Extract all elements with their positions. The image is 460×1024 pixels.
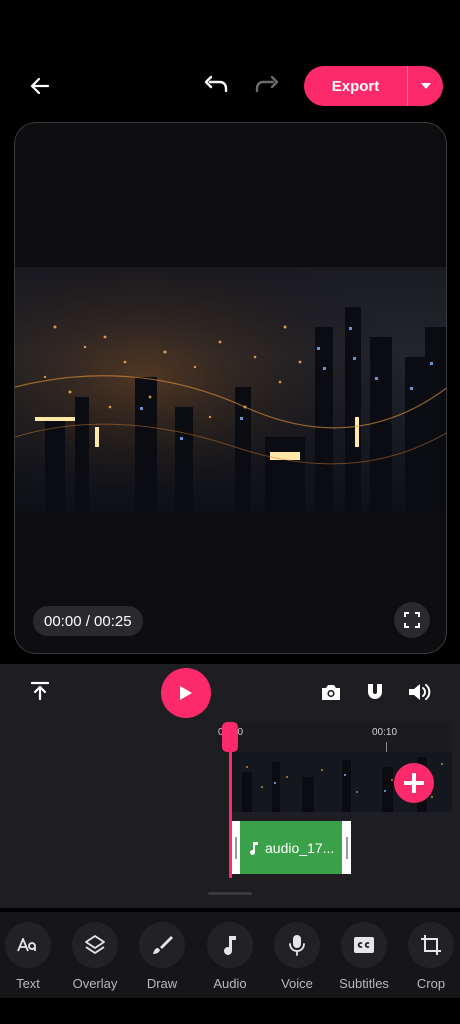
tool-label: Subtitles bbox=[339, 976, 389, 991]
snapshot-button[interactable] bbox=[317, 678, 345, 706]
redo-button[interactable] bbox=[249, 68, 285, 104]
microphone-icon bbox=[289, 935, 305, 956]
text-aa-icon bbox=[17, 938, 36, 952]
export-options-button[interactable] bbox=[408, 66, 443, 106]
audio-clip-label-group: audio_17... bbox=[249, 821, 334, 874]
plus-icon bbox=[404, 773, 424, 793]
back-button[interactable] bbox=[22, 68, 58, 104]
tool-icon-wrap bbox=[408, 922, 454, 968]
tool-icon-wrap bbox=[139, 922, 185, 968]
play-icon bbox=[180, 686, 192, 700]
crop-icon bbox=[421, 935, 441, 955]
tool-label: Draw bbox=[146, 976, 178, 991]
magnet-icon bbox=[368, 684, 382, 699]
tool-crop[interactable]: Crop bbox=[399, 922, 460, 991]
audio-clip[interactable]: audio_17... bbox=[231, 821, 351, 874]
audio-clip-name: audio_17... bbox=[265, 839, 335, 856]
timeline-ruler[interactable]: 00:00 00:10 bbox=[218, 722, 452, 752]
redo-icon bbox=[255, 75, 279, 93]
tool-label: Crop bbox=[416, 976, 446, 991]
brush-icon bbox=[153, 936, 173, 954]
tool-voice[interactable]: Voice bbox=[265, 922, 329, 991]
undo-button[interactable] bbox=[198, 68, 234, 104]
cc-icon bbox=[354, 937, 374, 953]
grip-lines bbox=[234, 836, 237, 859]
music-note-icon bbox=[224, 936, 236, 955]
tool-draw[interactable]: Draw bbox=[130, 922, 194, 991]
magnet-snap-button[interactable] bbox=[361, 678, 389, 706]
panel-drag-handle[interactable] bbox=[208, 892, 252, 895]
fullscreen-icon bbox=[404, 612, 420, 628]
export-button-group: Export bbox=[304, 66, 443, 106]
music-note-icon bbox=[250, 841, 258, 855]
tool-overlay[interactable]: Overlay bbox=[63, 922, 127, 991]
move-to-top-button[interactable] bbox=[26, 677, 54, 705]
playhead-handle[interactable] bbox=[222, 722, 238, 752]
undo-icon bbox=[204, 75, 228, 93]
tool-icon-wrap bbox=[207, 922, 253, 968]
grip-lines bbox=[345, 836, 348, 859]
tool-label: Text bbox=[16, 976, 40, 991]
volume-icon bbox=[409, 684, 431, 700]
video-frame bbox=[15, 267, 446, 511]
arrow-left-icon bbox=[30, 77, 50, 95]
tool-icon-wrap bbox=[5, 922, 51, 968]
tool-icon-wrap bbox=[72, 922, 118, 968]
play-button[interactable] bbox=[161, 668, 211, 718]
fullscreen-button[interactable] bbox=[394, 602, 430, 638]
upload-top-icon bbox=[30, 681, 50, 701]
tool-label: Audio bbox=[213, 976, 247, 991]
tool-icon-wrap bbox=[341, 922, 387, 968]
add-clip-button[interactable] bbox=[394, 763, 434, 803]
tool-text[interactable]: Text bbox=[0, 922, 60, 991]
audio-trim-handle-right[interactable] bbox=[342, 821, 351, 874]
video-preview[interactable]: 00:00 / 00:25 bbox=[14, 122, 447, 654]
tool-label: Overlay bbox=[72, 976, 118, 991]
tool-icon-wrap bbox=[274, 922, 320, 968]
audio-trim-handle-left[interactable] bbox=[231, 821, 240, 874]
export-button[interactable]: Export bbox=[304, 66, 407, 106]
caret-down-icon bbox=[420, 83, 431, 89]
tick-mark bbox=[386, 742, 387, 752]
tool-audio[interactable]: Audio bbox=[198, 922, 262, 991]
tick-label: 00:10 bbox=[372, 727, 398, 738]
playback-controls bbox=[0, 664, 460, 720]
playback-time: 00:00 / 00:25 bbox=[33, 606, 143, 636]
tool-label: Voice bbox=[281, 976, 313, 991]
tool-subtitles[interactable]: Subtitles bbox=[332, 922, 396, 991]
camera-icon bbox=[322, 685, 340, 700]
volume-button[interactable] bbox=[406, 678, 434, 706]
city-night-thumbnail bbox=[15, 267, 446, 511]
bottom-toolbar: Text Overlay Draw Audio Voice Subtitles bbox=[0, 912, 460, 998]
top-bar: Export bbox=[0, 62, 460, 110]
layers-icon bbox=[85, 935, 105, 954]
timeline-editor: 00:00 00:10 bbox=[0, 664, 460, 908]
